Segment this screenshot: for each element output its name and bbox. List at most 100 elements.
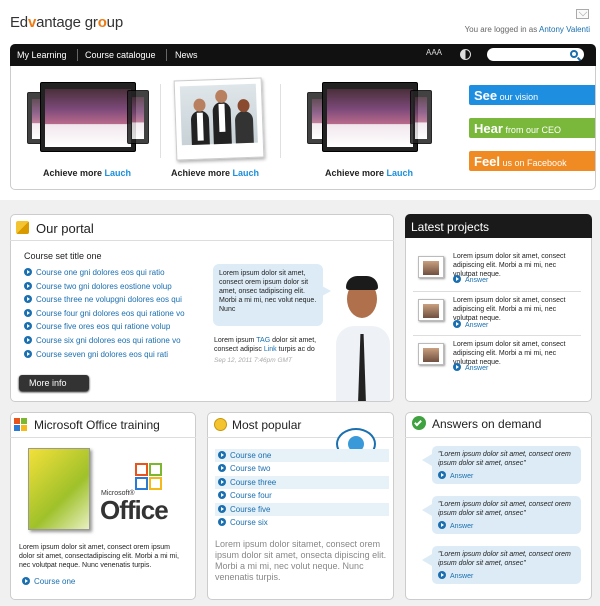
logo-text: v (27, 14, 37, 31)
post-date: Sep 12, 2011 7:46pm GMT (214, 357, 292, 364)
launch-link[interactable]: Lauch (387, 168, 414, 178)
logo-text: o (97, 14, 107, 31)
arrow-icon (453, 363, 461, 371)
man-photo (328, 268, 394, 401)
quote-text: "Lorem ipsum dolor sit amet, consect ore… (438, 551, 571, 567)
office-product-box (28, 448, 90, 530)
answer-quote: "Lorem ipsum dolor sit amet, consect ore… (422, 496, 581, 534)
launch-link[interactable]: Lauch (233, 168, 260, 178)
answer-quote: "Lorem ipsum dolor sit amet, consect ore… (422, 446, 581, 484)
divider (280, 84, 281, 158)
nav-news[interactable]: News (175, 50, 198, 60)
monitor-image (410, 90, 432, 144)
quote-text: "Lorem ipsum dolor sit amet, consect ore… (438, 501, 571, 517)
project-thumbnail[interactable] (418, 343, 444, 365)
arrow-icon (24, 295, 32, 304)
answer-link[interactable]: Answer (438, 521, 575, 530)
nav-my-learning[interactable]: My Learning (17, 50, 67, 60)
monitor-image (127, 90, 149, 144)
office-title: Microsoft Office training (34, 418, 160, 432)
font-size-control[interactable]: AAA (426, 48, 442, 57)
logo[interactable]: Edvantage group (10, 14, 123, 31)
arrow-icon (438, 471, 446, 479)
arrow-icon (24, 322, 32, 331)
office-logo-icon (135, 463, 165, 493)
arrow-icon (24, 349, 32, 358)
divider (413, 291, 581, 292)
popular-title: Most popular (232, 418, 302, 432)
course-link[interactable]: Course five ores eos qui ratione volup (24, 322, 214, 336)
nav-divider (77, 49, 78, 61)
portal-title: Our portal (36, 221, 94, 236)
popular-course-link[interactable]: Course one (215, 449, 389, 462)
arrow-icon (218, 478, 226, 486)
answer-link[interactable]: Answer (438, 571, 575, 580)
quote-text: "Lorem ipsum dolor sit amet, consect ore… (438, 451, 571, 467)
projects-title: Latest projects (411, 220, 490, 234)
office-description: Lorem ipsum dolor sit amet, consect orem… (19, 544, 179, 569)
answer-link[interactable]: Answer (453, 275, 488, 284)
course-link[interactable]: Course four gni dolores eos qui ratione … (24, 308, 214, 323)
office-logo-icon (14, 418, 27, 431)
arrow-icon (438, 521, 446, 529)
course-link[interactable]: Course six gni dolores eos qui ratione v… (24, 335, 214, 350)
caption-text: Achieve more (43, 168, 103, 178)
answer-quote: "Lorem ipsum dolor sit amet, consect ore… (422, 546, 581, 584)
search-icon[interactable] (570, 50, 578, 58)
divider (10, 240, 394, 241)
course-link[interactable]: Course one gni dolores eos qui ratio (24, 268, 214, 282)
more-info-button[interactable]: More info (19, 375, 89, 391)
hero-caption: Achieve more Lauch (43, 168, 131, 178)
popular-course-link[interactable]: Course six (215, 516, 389, 529)
user-link[interactable]: Antony Valenti (539, 25, 590, 34)
monitor-image (322, 82, 418, 152)
course-link[interactable]: Course seven gni dolores eos qui rati (24, 349, 214, 364)
arrow-icon (24, 308, 32, 317)
project-text: Lorem ipsum dolor sit amet, consect adip… (453, 297, 566, 322)
office-wordmark: Office (100, 495, 169, 525)
course-list: Course one gni dolores eos qui ratio Cou… (24, 268, 214, 363)
mail-icon[interactable] (576, 9, 589, 19)
arrow-icon (218, 518, 226, 526)
project-thumbnail[interactable] (418, 299, 444, 321)
nav-course-catalogue[interactable]: Course catalogue (85, 50, 156, 60)
nav-divider (166, 49, 167, 61)
answer-link[interactable]: Answer (438, 471, 575, 480)
pencil-icon (16, 221, 29, 234)
answer-link[interactable]: Answer (453, 363, 488, 372)
popular-course-link[interactable]: Course two (215, 462, 389, 475)
tag-link[interactable]: TAG (256, 337, 270, 344)
project-thumbnail[interactable] (418, 256, 444, 278)
popular-course-link[interactable]: Course three (215, 476, 389, 489)
arrow-icon (453, 320, 461, 328)
logo-text: up (106, 14, 124, 31)
answer-link[interactable]: Answer (453, 320, 488, 329)
hero-caption: Achieve more Lauch (325, 168, 413, 178)
contrast-icon[interactable] (460, 49, 471, 60)
monitor-image (40, 82, 136, 152)
login-status: You are logged in as Antony Valenti (465, 25, 590, 34)
login-label: You are logged in as (464, 25, 538, 34)
arrow-icon (438, 571, 446, 579)
popular-course-link[interactable]: Course four (215, 489, 389, 502)
see-vision-button[interactable]: See our vision (469, 85, 595, 105)
divider (10, 437, 196, 438)
logo-text: antage gr (36, 14, 98, 31)
post-link[interactable]: Link (264, 346, 277, 353)
launch-link[interactable]: Lauch (105, 168, 132, 178)
feel-facebook-button[interactable]: Feel us on Facebook (469, 151, 595, 171)
arrow-icon (453, 275, 461, 283)
course-link[interactable]: Course two gni dolores eostione volup (24, 281, 214, 296)
caption-text: Achieve more (325, 168, 385, 178)
course-link[interactable]: Course one (22, 577, 75, 586)
answers-title: Answers on demand (432, 417, 542, 431)
hear-ceo-button[interactable]: Hear from our CEO (469, 118, 595, 138)
divider (160, 84, 161, 158)
portal-post: Lorem ipsum TAG dolor sit amet, consect … (214, 337, 317, 353)
course-link[interactable]: Course three ne volupgni dolores eos qui (24, 295, 214, 309)
logo-text: Ed (10, 14, 28, 31)
popular-description: Lorem ipsum dolor sitamet, consect orem … (215, 539, 387, 582)
divider (405, 437, 592, 438)
arrow-icon (218, 505, 226, 513)
popular-course-link[interactable]: Course five (215, 503, 389, 516)
